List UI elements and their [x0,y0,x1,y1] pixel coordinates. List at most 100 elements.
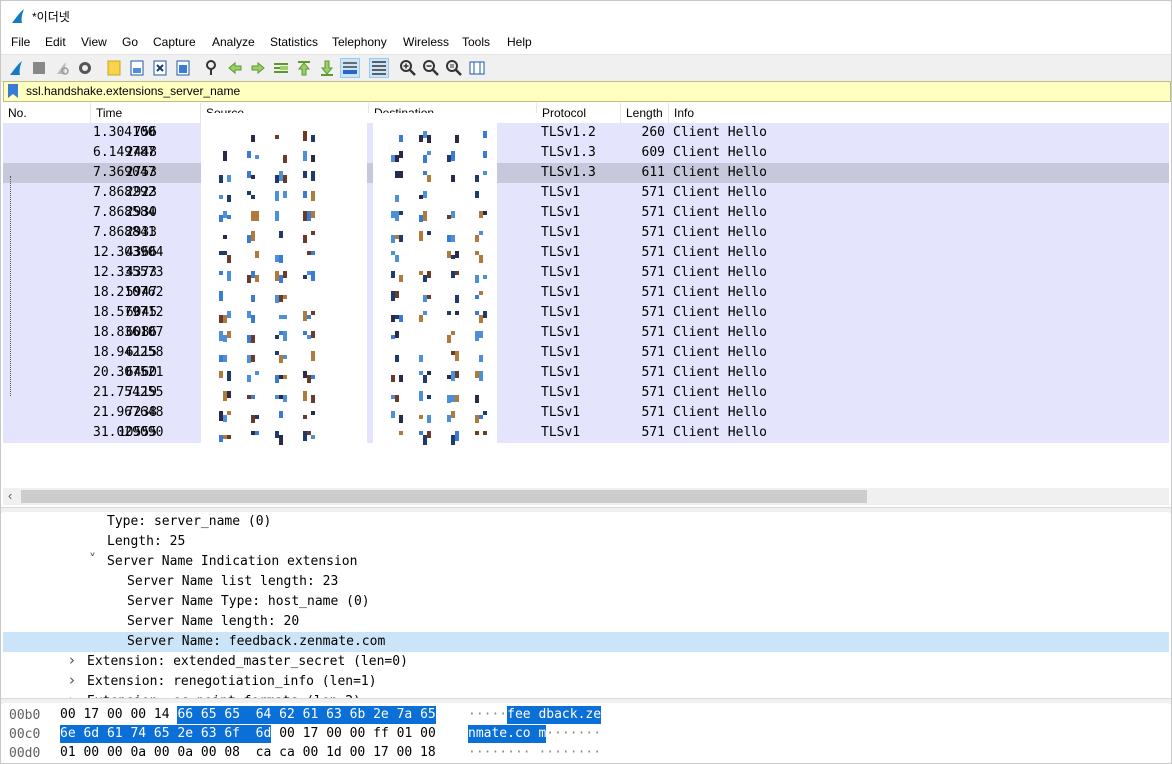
detail-tree-item[interactable]: Server Name Type: host_name (0) [3,592,1169,612]
scroll-thumb[interactable] [21,490,867,503]
hex-row: 00c0 6e 6d 61 74 65 2e 63 6f 6d 00 17 00 0… [3,724,1169,744]
packet-time-cell: 7.868841 [93,225,156,240]
packet-row[interactable]: 6045 18.579712 TLSv1 571 Client Hello [3,303,1169,325]
hex-ascii-hl[interactable]: fee dback.ze [507,706,602,724]
packet-info-cell: Client Hello [673,205,767,220]
packet-info-cell: Client Hello [673,365,767,380]
packet-list-hscrollbar[interactable]: ‹ [3,488,1169,505]
autoscroll-icon[interactable] [340,58,360,78]
go-to-packet-icon[interactable] [272,59,290,77]
chevron-down-icon[interactable]: ˅ [89,552,96,568]
packet-row[interactable]: 7119 21.754255 TLSv1 571 Client Hello [3,383,1169,405]
chevron-right-icon[interactable]: › [69,691,75,698]
resize-columns-icon[interactable] [468,59,486,77]
packet-row[interactable]: 10555 31.029090 TLSv1 571 Client Hello [3,423,1169,445]
zoom-out-icon[interactable] [422,59,440,77]
last-packet-icon[interactable] [318,59,336,77]
detail-tree-item[interactable]: › Extension: extended_master_secret (len=… [3,651,1169,672]
hex-ascii-hl[interactable]: nmate.co m [468,725,547,743]
hex-ascii-rest[interactable]: ······· [546,725,601,743]
packet-row[interactable]: 5947 18.210762 TLSv1 571 Client Hello [3,283,1169,305]
detail-tree-item[interactable]: Server Name: feedback.zenmate.com [3,632,1169,652]
column-header-time[interactable]: Time [91,103,201,123]
stop-icon[interactable] [30,59,48,77]
packet-info-cell: Client Hello [673,145,767,160]
zoom-in-icon[interactable] [399,59,417,77]
packet-time-cell: 7.868292 [93,185,156,200]
packet-length-cell: 260 [641,125,665,140]
hex-bytes-plain[interactable]: 00 17 00 00 14 [60,706,170,724]
scroll-left-icon[interactable]: ‹ [8,488,12,503]
save-file-icon[interactable] [128,59,146,77]
menu-statistics[interactable]: Statistics [270,35,318,49]
menu-wireless[interactable]: Wireless [403,35,449,49]
detail-text: Server Name: feedback.zenmate.com [127,634,386,649]
detail-tree-item[interactable]: ˅ Server Name Indication extension [3,552,1169,572]
column-header-length[interactable]: Length [621,103,669,123]
packet-time-cell: 18.942258 [93,345,164,360]
column-header-info[interactable]: Info [669,103,1169,123]
detail-text: Server Name Type: host_name (0) [127,594,370,609]
menu-analyze[interactable]: Analyze [212,35,255,49]
reload-file-icon[interactable] [174,59,192,77]
first-packet-icon[interactable] [295,59,313,77]
packet-row[interactable]: 2923 7.868292 TLSv1 571 Client Hello [3,183,1169,203]
shark-fin-start-icon[interactable] [7,59,25,77]
chevron-right-icon[interactable]: › [69,651,75,669]
detail-tree-item[interactable]: Server Name length: 20 [3,612,1169,632]
main-toolbar [0,54,1172,82]
colorize-icon[interactable] [369,58,389,78]
menu-tools[interactable]: Tools [462,35,490,49]
packet-row[interactable]: 6460 20.307521 TLSv1 571 Client Hello [3,363,1169,385]
go-back-icon[interactable] [226,59,244,77]
restart-icon[interactable] [53,59,71,77]
detail-text: Server Name length: 20 [127,614,300,629]
hex-bytes-plain[interactable]: 01 00 00 0a 00 0a 00 08 ca ca 00 1d 00 1… [60,744,436,762]
menu-view[interactable]: View [81,35,107,49]
find-packet-icon[interactable] [203,59,221,77]
packet-row[interactable]: 2933 7.868841 TLSv1 571 Client Hello [3,223,1169,245]
packet-protocol-cell: TLSv1 [541,205,581,220]
open-folder-icon[interactable] [105,59,123,77]
normal-size-icon[interactable] [445,59,463,77]
packet-row[interactable]: 756 1.304100 TLSv1.2 260 Client Hello [3,123,1169,145]
packet-row[interactable]: 2930 7.868584 TLSv1 571 Client Hello [3,203,1169,223]
packet-row[interactable]: 2448 6.149787 TLSv1.3 609 Client Hello [3,143,1169,165]
menu-capture[interactable]: Capture [153,35,196,49]
hex-bytes-rest[interactable]: 00 17 00 00 ff 01 00 [279,725,436,743]
detail-tree-item[interactable]: Server Name list length: 23 [3,572,1169,592]
redacted-address [201,123,367,143]
menu-help[interactable]: Help [507,35,532,49]
hex-ascii-plain[interactable]: ····· [468,706,507,724]
chevron-right-icon[interactable]: › [69,671,75,689]
column-header-protocol[interactable]: Protocol [537,103,621,123]
display-filter-bar[interactable]: ssl.handshake.extensions_server_name [3,81,1171,102]
hex-bytes-hl[interactable]: 66 65 65 64 62 61 63 6b 2e 7a 65 [177,706,436,724]
go-forward-icon[interactable] [249,59,267,77]
menu-telephony[interactable]: Telephony [332,35,387,49]
packet-row[interactable]: 6086 18.836107 TLSv1 571 Client Hello [3,323,1169,345]
column-header-no[interactable]: No. [3,103,91,123]
menu-edit[interactable]: Edit [45,35,66,49]
packet-time-cell: 7.868584 [93,205,156,220]
packet-row[interactable]: 6115 18.942258 TLSv1 571 Client Hello [3,343,1169,365]
packet-row[interactable]: 4373 12.335573 TLSv1 571 Client Hello [3,263,1169,285]
packet-row[interactable]: 2753 7.369047 TLSv1.3 611 Client Hello [3,163,1169,185]
redacted-address [373,223,497,245]
bookmark-icon[interactable] [8,84,18,98]
detail-tree-item[interactable]: › Extension: renegotiation_info (len=1) [3,671,1169,692]
display-filter-input[interactable]: ssl.handshake.extensions_server_name [26,84,240,98]
column-header-destination[interactable]: Destination [369,103,537,113]
close-file-icon[interactable] [151,59,169,77]
redacted-address [373,303,497,325]
packet-row[interactable]: 4366 12.303904 TLSv1 571 Client Hello [3,243,1169,265]
packet-row[interactable]: 7238 21.967648 TLSv1 571 Client Hello [3,403,1169,425]
menu-file[interactable]: File [11,35,30,49]
capture-options-icon[interactable] [76,59,94,77]
column-header-source[interactable]: Source [201,103,369,113]
hex-ascii-plain[interactable]: ········ ········ [468,744,601,762]
detail-tree-item[interactable]: Type: server_name (0) [3,512,1169,532]
menu-go[interactable]: Go [122,35,138,49]
detail-tree-item[interactable]: Length: 25 [3,532,1169,552]
hex-bytes-hl[interactable]: 6e 6d 61 74 65 2e 63 6f 6d [60,725,272,743]
